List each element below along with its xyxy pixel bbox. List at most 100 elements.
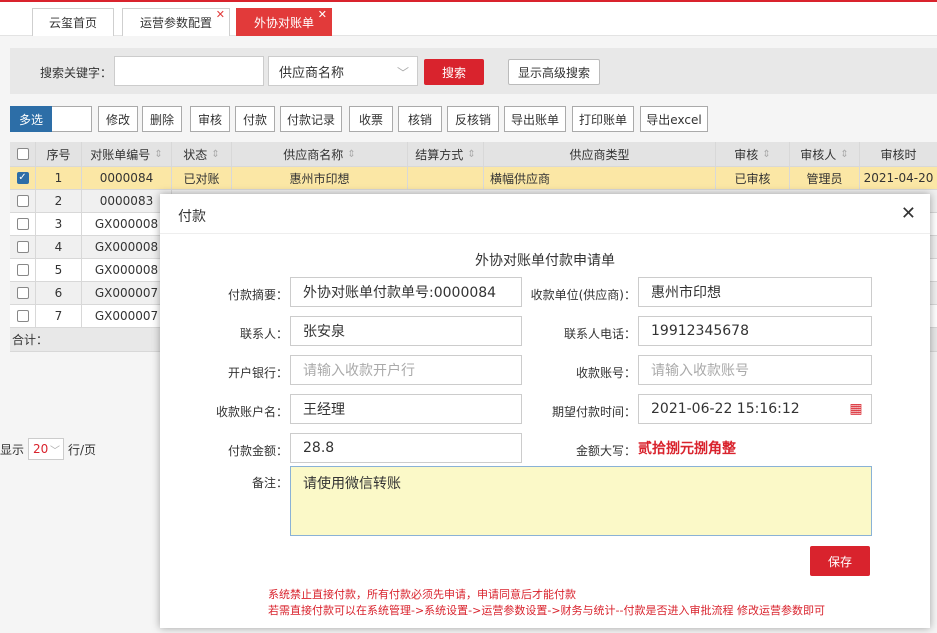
amount-upper-label: 金额大写： (575, 444, 636, 458)
cell-no: 3 (36, 213, 82, 235)
search-keyword-label: 搜索关键字： (40, 66, 113, 80)
search-bar: 搜索关键字： 供应商名称 ﹀ 搜索 显示高级搜索 (10, 48, 937, 94)
expect-time-label: 期望付款时间： (551, 405, 636, 419)
col-code[interactable]: 对账单编号 ⇕ (82, 142, 172, 166)
cell-no: 6 (36, 282, 82, 304)
cell-code: GX000008 (82, 259, 172, 281)
close-icon[interactable]: ✕ (216, 9, 225, 21)
phone-label: 联系人电话： (563, 327, 636, 341)
col-settle-label: 结算方式 (415, 147, 464, 162)
amount-label: 付款金额： (227, 444, 288, 458)
account-input[interactable]: 请输入收款账号 (638, 355, 872, 385)
col-type: 供应商类型 (484, 142, 716, 166)
col-settle[interactable]: 结算方式 ⇕ (408, 142, 484, 166)
cell-code: GX000008 (82, 213, 172, 235)
advanced-search-button[interactable]: 显示高级搜索 (508, 59, 600, 85)
col-auditor[interactable]: 审核人 ⇕ (790, 142, 860, 166)
row-checkbox[interactable] (10, 190, 36, 212)
cell-no: 5 (36, 259, 82, 281)
sort-icon: ⇕ (840, 148, 849, 160)
expect-time-value: 2021-06-22 15:16:12 (651, 401, 800, 417)
export-statement-button[interactable]: 导出账单 (504, 106, 566, 132)
payee-label: 收款单位(供应商)： (530, 288, 636, 302)
pay-button[interactable]: 付款 (235, 106, 275, 132)
payment-records-button[interactable]: 付款记录 (280, 106, 342, 132)
col-audit[interactable]: 审核 ⇕ (716, 142, 790, 166)
payee-input[interactable]: 惠州市印想 (638, 277, 872, 307)
account-name-input[interactable]: 王经理 (290, 394, 522, 424)
cell-code: 0000084 (82, 167, 172, 189)
select-all-checkbox[interactable] (10, 142, 36, 166)
search-input[interactable] (114, 56, 264, 86)
modal-header: 付款 ✕ (160, 194, 930, 234)
row-checkbox[interactable] (10, 282, 36, 304)
cell-auditor: 管理员 (790, 167, 860, 189)
chevron-down-icon: ﹀ (396, 66, 409, 80)
col-supplier[interactable]: 供应商名称 ⇕ (232, 142, 408, 166)
amount-upper-value: 贰拾捌元捌角整 (638, 441, 736, 457)
summary-input[interactable]: 外协对账单付款单号:0000084 (290, 277, 522, 307)
calendar-icon[interactable]: ▦ (841, 395, 871, 423)
cell-no: 1 (36, 167, 82, 189)
tab-ops-config[interactable]: 运营参数配置 ✕ (122, 8, 230, 36)
tab-label: 运营参数配置 (139, 16, 212, 30)
contact-label: 联系人： (239, 327, 288, 341)
cell-audit-time: 2021-04-20 (863, 171, 934, 185)
chevron-down-icon: ﹀ (50, 446, 61, 457)
cell-no: 4 (36, 236, 82, 258)
unverify-button[interactable]: 反核销 (447, 106, 499, 132)
page-size-select[interactable]: 20 ﹀ (28, 438, 65, 460)
row-checkbox[interactable] (10, 213, 36, 235)
sort-icon: ⇕ (762, 148, 771, 160)
tab-bar: 云玺首页 运营参数配置 ✕ 外协对账单 ✕ (0, 0, 937, 36)
multi-select-toggle[interactable] (52, 106, 92, 132)
tab-home[interactable]: 云玺首页 (32, 8, 114, 36)
amount-input[interactable]: 28.8 (290, 433, 522, 463)
modal-title: 付款 (178, 209, 206, 225)
row-checkbox[interactable] (10, 305, 36, 327)
cell-type: 横幅供应商 (484, 167, 716, 189)
note-textarea[interactable]: 请使用微信转账 (290, 466, 872, 536)
cell-code: GX000007 (82, 282, 172, 304)
row-checkbox[interactable] (10, 236, 36, 258)
account-label: 收款账号： (575, 366, 636, 380)
page-size-value: 20 (33, 442, 49, 456)
multi-select-button[interactable]: 多选 (10, 106, 52, 132)
search-button[interactable]: 搜索 (424, 59, 484, 85)
row-checkbox[interactable]: ✓ (10, 167, 36, 189)
contact-input[interactable]: 张安泉 (290, 316, 522, 346)
close-icon[interactable]: ✕ (901, 203, 916, 224)
delete-button[interactable]: 删除 (142, 106, 182, 132)
warning-text-2: 若需直接付款可以在系统管理->系统设置->运营参数设置->财务与统计--付款是否… (268, 604, 825, 617)
row-checkbox[interactable] (10, 259, 36, 281)
print-statement-button[interactable]: 打印账单 (572, 106, 634, 132)
table-row[interactable]: ✓ 1 0000084 已对账 惠州市印想 横幅供应商 已审核 管理员 2021… (10, 167, 937, 190)
receive-invoice-button[interactable]: 收票 (349, 106, 393, 132)
audit-button[interactable]: 审核 (190, 106, 230, 132)
export-excel-button[interactable]: 导出excel (640, 106, 708, 132)
cell-code: GX000008 (82, 236, 172, 258)
cell-no: 7 (36, 305, 82, 327)
tab-outsource-statement[interactable]: 外协对账单 ✕ (236, 8, 332, 36)
cell-audit: 已审核 (716, 167, 790, 189)
save-button[interactable]: 保存 (810, 546, 870, 576)
cell-status: 已对账 (172, 167, 232, 189)
payment-modal: 付款 ✕ 外协对账单付款申请单 付款摘要： 外协对账单付款单号:0000084 … (160, 194, 930, 628)
col-audit-label: 审核 (734, 147, 759, 162)
tab-label: 云玺首页 (48, 16, 97, 30)
expect-time-input[interactable]: 2021-06-22 15:16:12 ▦ (638, 394, 872, 424)
col-status[interactable]: 状态 ⇕ (172, 142, 232, 166)
pager: 显示 20 ﹀ 行/页 (0, 438, 96, 460)
verify-button[interactable]: 核销 (398, 106, 442, 132)
search-field-select[interactable]: 供应商名称 ﹀ (268, 56, 418, 86)
pager-suffix: 行/页 (68, 442, 97, 457)
summary-label: 付款摘要： (227, 288, 288, 302)
bank-input[interactable]: 请输入收款开户行 (290, 355, 522, 385)
col-code-label: 对账单编号 (90, 147, 151, 162)
phone-input[interactable]: 19912345678 (638, 316, 872, 346)
cell-no: 2 (36, 190, 82, 212)
form-title: 外协对账单付款申请单 (475, 253, 615, 269)
close-icon[interactable]: ✕ (318, 9, 327, 21)
edit-button[interactable]: 修改 (98, 106, 138, 132)
cell-supplier: 惠州市印想 (232, 167, 408, 189)
